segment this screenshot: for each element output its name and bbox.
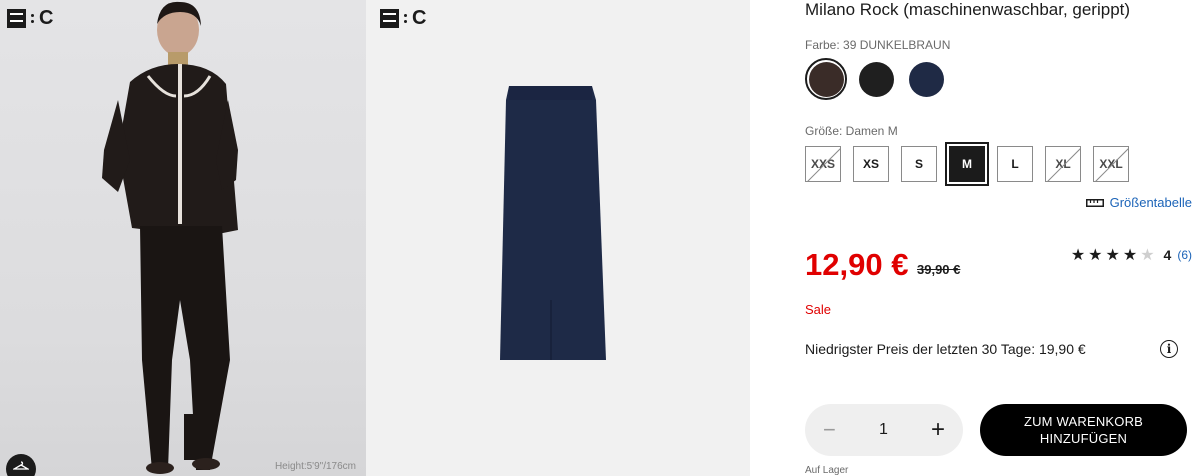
color-swatch-dunkelbraun[interactable]: [805, 58, 847, 100]
model-photo[interactable]: C Height:5'9"/176cm: [0, 0, 366, 476]
quantity-stepper: − 1 +: [805, 404, 963, 456]
color-swatch-fill: [908, 61, 944, 97]
size-chart-label: Größentabelle: [1109, 195, 1192, 210]
sale-badge: Sale: [805, 302, 832, 317]
stock-status: Auf Lager: [805, 465, 849, 476]
lowest-price-note: Niedrigster Preis der letzten 30 Tage: 1…: [805, 341, 1086, 357]
color-swatch-schwarz[interactable]: [855, 58, 897, 100]
quantity-value: 1: [878, 421, 888, 438]
ruler-icon: [1085, 198, 1104, 207]
size-options: XXS XS S M L XL XXL: [805, 142, 1129, 186]
size-option-s[interactable]: S: [901, 146, 937, 182]
product-title: Milano Rock (maschinenwaschbar, gerippt): [805, 0, 1131, 19]
review-count-link[interactable]: (6): [1177, 248, 1192, 262]
star-empty-icon: ★: [1140, 247, 1158, 264]
product-photo[interactable]: C: [366, 0, 750, 476]
star-filled-icon: ★: [1070, 247, 1089, 264]
star-filled-icon: ★: [1122, 247, 1141, 264]
decrease-quantity-button[interactable]: −: [823, 417, 836, 443]
color-swatch-fill: [808, 61, 844, 97]
size-option-xxs[interactable]: XXS: [805, 146, 841, 182]
rating-stars: ★★★★★: [1071, 245, 1158, 265]
size-option-m[interactable]: M: [945, 142, 989, 186]
size-option-xl[interactable]: XL: [1045, 146, 1081, 182]
size-option-l[interactable]: L: [997, 146, 1033, 182]
size-option-xxl[interactable]: XXL: [1093, 146, 1129, 182]
add-to-cart-button[interactable]: ZUM WARENKORB HINZUFÜGEN: [980, 404, 1187, 456]
color-swatches: [805, 58, 947, 100]
add-to-cart-label-line1: ZUM WARENKORB: [1023, 414, 1144, 429]
star-filled-icon: ★: [1088, 247, 1106, 264]
color-swatch-fill: [858, 61, 894, 97]
rating-score: 4: [1163, 247, 1172, 263]
color-label: Farbe: 39 DUNKELBRAUN: [805, 38, 951, 52]
size-option-xs[interactable]: XS: [853, 146, 889, 182]
info-icon[interactable]: i: [1160, 340, 1178, 358]
star-filled-icon: ★: [1105, 247, 1123, 264]
product-rating[interactable]: ★★★★★ 4 (6): [1071, 245, 1192, 265]
model-figure: [102, 1, 238, 474]
current-price: 12,90 €: [805, 247, 909, 282]
product-gallery: C Height:5'9"/176cm C: [0, 0, 750, 476]
add-to-cart-label-line2: HINZUFÜGEN: [1039, 431, 1128, 446]
outfit-hanger-button[interactable]: [6, 454, 36, 476]
original-price: 39,90 €: [917, 262, 961, 277]
color-swatch-navy[interactable]: [905, 58, 947, 100]
increase-quantity-button[interactable]: +: [931, 416, 945, 444]
size-label: Größe: Damen M: [805, 124, 898, 138]
model-height-caption: Height:5'9"/176cm: [274, 461, 356, 472]
size-chart-link[interactable]: Größentabelle: [1085, 195, 1192, 210]
skirt-image: [500, 86, 606, 360]
product-details-panel: Milano Rock (maschinenwaschbar, gerippt)…: [805, 0, 1200, 476]
hanger-icon: [13, 461, 29, 470]
